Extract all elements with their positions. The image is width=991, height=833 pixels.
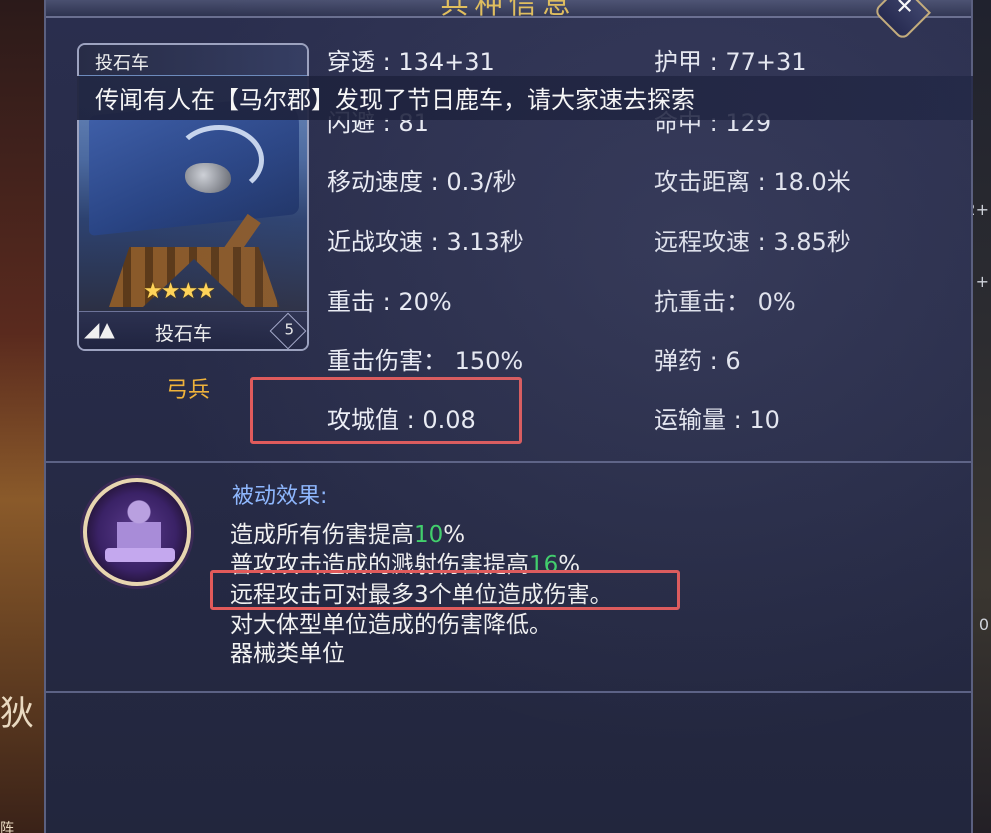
throne-icon bbox=[105, 548, 175, 562]
stat-melee-speed: 近战攻速 : 3.13秒 bbox=[327, 228, 524, 256]
panel-title: 兵种信息 bbox=[440, 0, 577, 20]
passive-skill-icon[interactable] bbox=[83, 478, 191, 586]
background-text: 狄 bbox=[0, 694, 34, 734]
stat-crit-damage: 重击伤害： 150% bbox=[327, 347, 524, 375]
background-tick: 0 bbox=[978, 615, 989, 634]
unit-footer-name: 投石车 bbox=[155, 323, 213, 345]
stat-crit-resist: 抗重击： 0% bbox=[654, 288, 796, 316]
stat-ammo: 弹药 : 6 bbox=[654, 347, 741, 375]
siege-highlight-box bbox=[250, 377, 522, 444]
background-text-2: 阵 bbox=[0, 821, 14, 833]
unit-info-panel: 兵种信息 ✕ 投石车 ★★★★ ◢▲ 投石车 5 弓兵 穿透 : 134+31 … bbox=[44, 0, 973, 833]
close-icon: ✕ bbox=[895, 0, 914, 20]
ranged-highlight-box bbox=[210, 570, 680, 610]
stat-attack-range: 攻击距离 : 18.0米 bbox=[654, 168, 851, 196]
broadcast-banner: 传闻有人在【马尔郡】发现了节日鹿车，请大家速去探索 bbox=[77, 76, 973, 120]
title-bar: 兵种信息 bbox=[46, 0, 971, 20]
unit-card-name: 投石车 bbox=[79, 45, 307, 75]
star-rating: ★★★★ bbox=[143, 279, 216, 304]
passive-line-5: 器械类单位 bbox=[230, 641, 345, 667]
unit-level: 5 bbox=[284, 320, 295, 339]
broadcast-text: 传闻有人在【马尔郡】发现了节日鹿车，请大家速去探索 bbox=[95, 86, 695, 114]
passive-line-1: 造成所有伤害提高10% bbox=[230, 515, 465, 549]
close-button[interactable]: ✕ bbox=[873, 0, 931, 41]
unit-type-icon: ◢▲ bbox=[84, 317, 115, 341]
section-divider bbox=[46, 461, 971, 463]
stat-transport: 运输量 : 10 bbox=[654, 406, 780, 434]
stat-move-speed: 移动速度 : 0.3/秒 bbox=[327, 168, 517, 196]
unit-level-badge: 5 bbox=[269, 312, 307, 349]
unit-card-footer: ◢▲ 投石车 5 bbox=[79, 311, 307, 349]
background-tick: + bbox=[975, 272, 989, 291]
background-right-edge: 2+ + 0 bbox=[965, 0, 991, 833]
unit-class-label: 弓兵 bbox=[166, 378, 211, 403]
stat-crit: 重击 : 20% bbox=[327, 288, 452, 316]
section-divider-bottom bbox=[46, 691, 971, 693]
stat-ranged-speed: 远程攻速 : 3.85秒 bbox=[654, 228, 851, 256]
stat-armor: 护甲 : 77+31 bbox=[654, 48, 807, 76]
stat-penetration: 穿透 : 134+31 bbox=[327, 48, 495, 76]
passive-title: 被动效果: bbox=[232, 484, 328, 509]
